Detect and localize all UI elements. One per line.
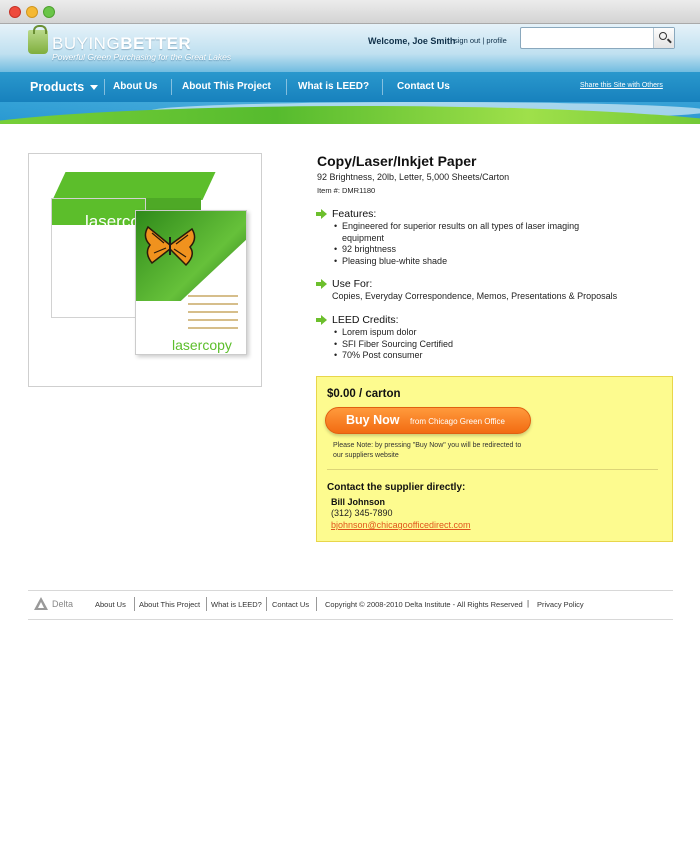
- paper-ream-image: lasercopy: [135, 210, 247, 355]
- list-item: Pleasing blue-white shade: [334, 256, 614, 268]
- ream-brand-text: lasercopy: [172, 337, 232, 353]
- list-item: 70% Post consumer: [334, 350, 614, 362]
- list-item: Lorem ispum dolor: [334, 327, 614, 339]
- product-title: Copy/Laser/Inkjet Paper: [317, 153, 477, 169]
- delta-logo-icon: [34, 597, 48, 610]
- use-for-text: Copies, Everyday Correspondence, Memos, …: [332, 291, 618, 301]
- buy-now-sublabel: from Chicago Green Office: [410, 417, 506, 426]
- search-button[interactable]: [653, 28, 674, 48]
- nav-about-project[interactable]: About This Project: [182, 72, 271, 102]
- browser-chrome: [0, 0, 700, 24]
- product-image: lasercopy lasercopy: [28, 153, 262, 387]
- use-for-heading: Use For:: [332, 278, 373, 290]
- footer-divider: [28, 590, 673, 591]
- features-list: Engineered for superior results on all t…: [334, 221, 614, 267]
- account-links: sign out | profile: [454, 36, 507, 45]
- nav-what-is-leed[interactable]: What is LEED?: [298, 72, 369, 102]
- footer-divider: [28, 619, 673, 620]
- leed-heading: LEED Credits:: [332, 314, 399, 326]
- buy-now-label: Buy Now: [346, 413, 400, 427]
- minimize-window-icon[interactable]: [26, 6, 38, 18]
- footer-brand: Delta: [52, 599, 74, 609]
- contact-email-link[interactable]: bjohnson@chicagoofficedirect.com: [331, 520, 471, 530]
- search-input[interactable]: [524, 30, 649, 46]
- contact-heading: Contact the supplier directly:: [327, 482, 466, 493]
- sign-out-link[interactable]: sign out: [454, 36, 480, 45]
- footer-link-contact-us[interactable]: Contact Us: [272, 600, 309, 609]
- green-arrow-icon: [316, 209, 327, 219]
- features-heading: Features:: [332, 208, 377, 220]
- green-arrow-icon: [316, 279, 327, 289]
- list-item: Engineered for superior results on all t…: [334, 221, 614, 244]
- share-site-link[interactable]: Share this Site with Others: [580, 82, 663, 89]
- product-subtitle: 92 Brightness, 20lb, Letter, 5,000 Sheet…: [317, 172, 510, 182]
- footer-link-about-us[interactable]: About Us: [95, 600, 126, 609]
- footer-link-what-is-leed[interactable]: What is LEED?: [211, 600, 262, 609]
- chevron-down-icon: [90, 85, 99, 91]
- butterfly-icon: [144, 225, 196, 267]
- copyright: Copyright © 2008-2010 Delta Institute - …: [325, 600, 523, 609]
- footer-link-privacy[interactable]: Privacy Policy: [537, 600, 584, 609]
- leed-list: Lorem ispum dolor SFI Fiber Sourcing Cer…: [334, 327, 614, 362]
- contact-name: Bill Johnson: [331, 497, 385, 507]
- site-header: BUYINGBETTER Powerful Green Purchasing f…: [0, 24, 700, 124]
- site-tagline: Powerful Green Purchasing for the Great …: [52, 52, 232, 62]
- divider: [327, 469, 658, 470]
- nav-contact-us[interactable]: Contact Us: [397, 72, 450, 102]
- green-arrow-icon: [316, 315, 327, 325]
- zoom-window-icon[interactable]: [43, 6, 55, 18]
- redirect-note: Please Note: by pressing "Buy Now" you w…: [333, 442, 522, 459]
- list-item: SFI Fiber Sourcing Certified: [334, 339, 614, 351]
- buy-now-button[interactable]: Buy Now from Chicago Green Office: [325, 407, 531, 434]
- shopping-bag-logo-icon[interactable]: [28, 25, 48, 54]
- profile-link[interactable]: profile: [486, 36, 506, 45]
- search-box: [520, 27, 675, 49]
- search-icon: [659, 32, 667, 40]
- price: $0.00 / carton: [327, 388, 401, 400]
- list-item: 92 brightness: [334, 244, 614, 256]
- item-number: Item #: DMR1180: [317, 186, 376, 195]
- nav-about-us[interactable]: About Us: [113, 72, 157, 102]
- site-logo[interactable]: BUYINGBETTER: [52, 34, 191, 54]
- contact-phone: (312) 345-7890: [331, 508, 393, 518]
- nav-products[interactable]: Products: [30, 72, 99, 102]
- purchase-box: $0.00 / carton Buy Now from Chicago Gree…: [316, 376, 673, 542]
- footer-link-about-project[interactable]: About This Project: [139, 600, 200, 609]
- main-nav: Products About Us About This Project Wha…: [0, 72, 700, 102]
- welcome-message: Welcome, Joe Smith: [368, 36, 456, 46]
- close-window-icon[interactable]: [9, 6, 21, 18]
